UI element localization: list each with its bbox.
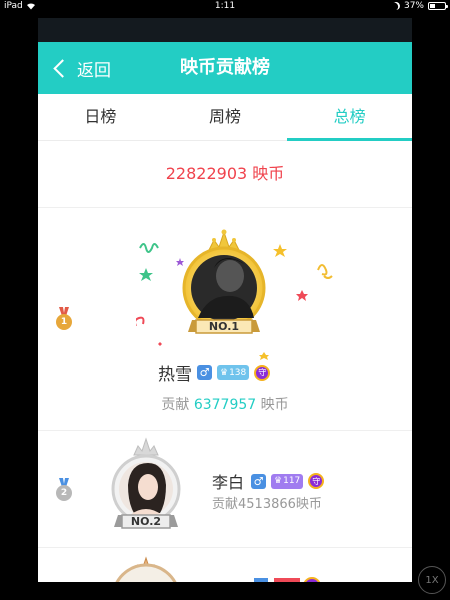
contribution-1: 贡献 6377957 映币 <box>38 394 412 414</box>
status-bar: iPad 1:11 37% <box>0 0 450 14</box>
user-info-1: 热雪 ♂ ♛ 138 守 <box>158 360 271 385</box>
clock: 1:11 <box>214 1 236 11</box>
app-status-area <box>38 18 412 42</box>
rank-item-3[interactable] <box>38 548 412 582</box>
nav-bar: 返回 映币贡献榜 <box>38 42 412 94</box>
user-name: 热雪 <box>158 365 192 385</box>
gold-medal-icon: 1 <box>55 307 73 331</box>
contribution-value: 6377957 <box>193 397 257 413</box>
user-info-2: 李白 ♂ ♛ 117 守 <box>212 469 325 493</box>
speed-toggle-button[interactable]: 1X <box>418 566 446 594</box>
rank-number: 1 <box>56 314 72 330</box>
contribution-2: 贡献4513866映币 <box>212 497 322 512</box>
third-avatar <box>115 556 177 582</box>
level-value: 138 <box>229 367 247 378</box>
crown-icon: ♛ <box>220 367 229 378</box>
tab-weekly[interactable]: 周榜 <box>163 94 288 140</box>
contribution-label: 贡献 <box>161 397 190 413</box>
male-icon: ♂ <box>197 365 212 380</box>
male-icon: ♂ <box>251 473 267 489</box>
user-name: 李白 <box>212 473 245 492</box>
total-coins: 22822903 映币 <box>38 141 412 208</box>
tab-daily[interactable]: 日榜 <box>38 94 163 140</box>
third-badges <box>254 577 321 582</box>
rank-badge: NO.1 <box>208 320 240 333</box>
tab-bar: 日榜 周榜 总榜 <box>38 94 412 141</box>
guard-badge-icon: 守 <box>254 364 271 381</box>
battery-icon <box>428 2 448 10</box>
page-title: 映币贡献榜 <box>180 57 270 78</box>
rank-item-1[interactable]: 1 NO.1 热雪 ♂ ♛ 138 守 贡献 6377957 映币 <box>38 208 412 431</box>
crown-icon: ♛ <box>274 476 283 486</box>
app-screen: 返回 映币贡献榜 日榜 周榜 总榜 22822903 映币 1 NO.1 热雪 … <box>38 18 412 582</box>
moon-icon <box>391 1 401 11</box>
rank-badge: NO.2 <box>130 515 162 528</box>
level-value: 117 <box>283 476 301 486</box>
battery-percent: 37% <box>403 1 424 11</box>
silver-medal-icon: 2 <box>55 478 73 502</box>
guard-badge-icon: 守 <box>308 473 325 489</box>
contribution-unit: 映币 <box>260 397 289 413</box>
level-badge: ♛ 117 <box>271 473 304 489</box>
tab-total[interactable]: 总榜 <box>287 94 412 141</box>
level-badge: ♛ 138 <box>217 365 250 380</box>
rank-number: 2 <box>56 485 72 501</box>
rank-item-2[interactable]: 2 NO.2 李白 ♂ ♛ 117 守 贡献4513866映币 <box>38 431 412 548</box>
